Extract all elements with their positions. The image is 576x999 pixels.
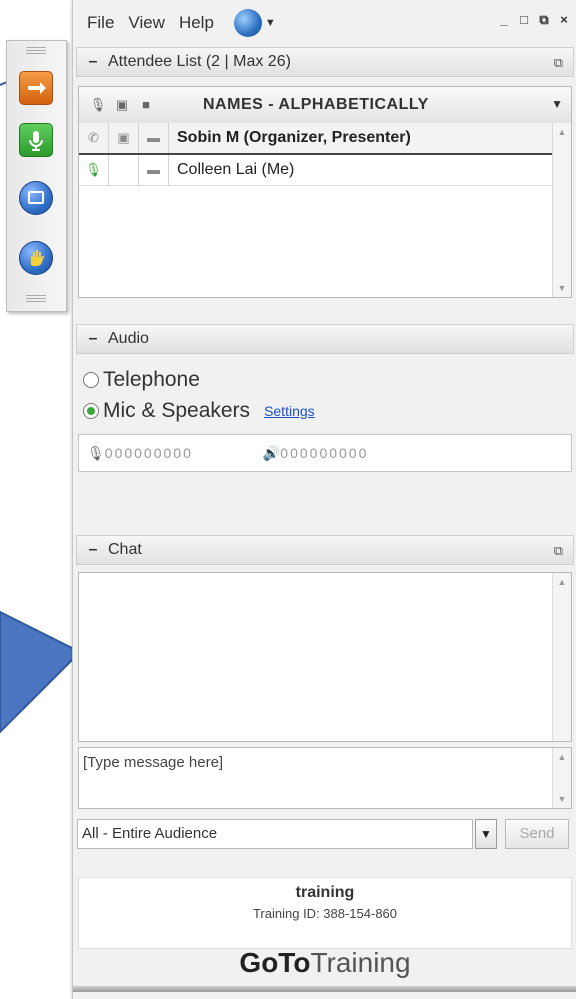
chat-title: Chat	[108, 541, 142, 558]
restore-icon[interactable]: ⧉	[537, 13, 551, 27]
menu-file[interactable]: File	[87, 13, 114, 33]
maximize-icon[interactable]: □	[517, 13, 531, 27]
popout-icon[interactable]: ⧉	[554, 55, 563, 71]
collapse-attendee-button[interactable]: –	[86, 53, 100, 71]
toolbar-grip-bottom[interactable]	[26, 295, 46, 303]
attendee-scrollbar[interactable]: ▲ ▼	[552, 123, 571, 297]
logo-light-text: Training	[310, 947, 411, 978]
webcam-column-icon: ■	[142, 97, 150, 112]
chat-input-placeholder: [Type message here]	[83, 754, 224, 771]
phone-icon: ✆	[79, 123, 109, 153]
attendee-row[interactable]: ✆ ▣ ▬ Sobin M (Organizer, Presenter)	[79, 123, 553, 155]
sort-label[interactable]: NAMES - ALPHABETICALLY	[203, 96, 429, 114]
chat-header: – Chat ⧉	[76, 535, 574, 565]
close-icon[interactable]: ×	[557, 13, 571, 27]
microphone-column-icon: 🎙	[89, 97, 107, 112]
attendee-row[interactable]: 🎙 ▬ Colleen Lai (Me)	[79, 155, 553, 186]
attendee-name: Sobin M (Organizer, Presenter)	[177, 129, 411, 146]
arrow-right-icon[interactable]	[19, 71, 53, 105]
collapse-chat-button[interactable]: –	[86, 541, 100, 559]
microphone-icon[interactable]	[19, 123, 53, 157]
speaker-level-meter: 000000000	[280, 445, 369, 461]
audio-header: – Audio	[76, 324, 574, 354]
attendee-name: Colleen Lai (Me)	[177, 161, 295, 178]
menu-view[interactable]: View	[128, 13, 165, 33]
chat-log[interactable]: ▲	[78, 572, 572, 742]
collapse-audio-button[interactable]: –	[86, 330, 100, 348]
attendee-list: 🎙 ▣ ■ NAMES - ALPHABETICALLY ▼ ✆ ▣ ▬ Sob…	[78, 86, 572, 298]
scroll-up-icon[interactable]: ▲	[553, 127, 571, 137]
window-bottom-edge	[73, 986, 576, 992]
send-button[interactable]: Send	[505, 819, 569, 849]
session-info: training Training ID: 388-154-860	[78, 877, 572, 949]
audio-options: Telephone Mic & Speakers Settings	[83, 366, 573, 424]
chevron-down-icon[interactable]: ▼	[265, 17, 276, 29]
telephone-label: Telephone	[103, 367, 200, 391]
sort-dropdown-icon[interactable]: ▼	[551, 97, 563, 111]
webcam-icon: ▬	[139, 123, 169, 153]
globe-language-icon[interactable]	[233, 9, 262, 37]
chevron-down-icon[interactable]: ▼	[475, 819, 497, 849]
gototraining-logo: GoToTraining	[73, 947, 576, 985]
gototraining-control-panel: File View Help ▼ _ □ ⧉ × – Attendee List…	[72, 0, 576, 999]
menu-bar: File View Help ▼ _ □ ⧉ ×	[73, 0, 576, 46]
training-id: Training ID: 388-154-860	[252, 906, 398, 921]
scroll-down-icon[interactable]: ▼	[553, 283, 571, 293]
presenter-screen-icon: ▣	[109, 123, 139, 153]
scroll-down-icon[interactable]: ▼	[553, 794, 571, 804]
audio-settings-link[interactable]: Settings	[264, 403, 315, 419]
attendee-list-header: – Attendee List (2 | Max 26) ⧉	[76, 47, 574, 77]
popout-icon[interactable]: ⧉	[554, 543, 563, 559]
chat-input-scrollbar[interactable]: ▲ ▼	[552, 748, 571, 808]
chat-log-scrollbar[interactable]: ▲	[552, 573, 571, 741]
speaker-level-icon: 🔊	[262, 444, 281, 461]
chat-recipient-select[interactable]: All - Entire Audience	[77, 819, 473, 849]
audio-option-mic-speakers[interactable]: Mic & Speakers Settings	[83, 397, 573, 424]
microphone-icon: 🎙	[79, 155, 109, 185]
audio-level-meters: 🎙 000000000 🔊 000000000	[78, 434, 572, 472]
telephone-radio[interactable]	[83, 371, 99, 388]
floating-toolbar	[6, 40, 67, 312]
screen-column-icon: ▣	[115, 97, 129, 112]
session-name: training	[295, 884, 355, 901]
window-controls: _ □ ⧉ ×	[497, 13, 571, 27]
empty-cell	[109, 155, 139, 185]
scroll-up-icon[interactable]: ▲	[553, 577, 571, 587]
minimize-icon[interactable]: _	[497, 13, 511, 27]
raise-hand-icon[interactable]	[19, 241, 53, 275]
mic-level-meter: 000000000	[104, 445, 193, 461]
screen-share-icon[interactable]	[19, 181, 53, 215]
audio-option-telephone[interactable]: Telephone	[83, 366, 573, 393]
scroll-up-icon[interactable]: ▲	[553, 752, 571, 762]
mic-speakers-label: Mic & Speakers	[103, 398, 251, 422]
mic-speakers-radio[interactable]	[83, 402, 99, 419]
callout-arrow-left	[0, 610, 82, 734]
menu-help[interactable]: Help	[179, 13, 214, 33]
attendee-list-column-header: 🎙 ▣ ■ NAMES - ALPHABETICALLY ▼	[79, 87, 571, 124]
toolbar-grip-top[interactable]	[26, 47, 46, 55]
chat-message-input[interactable]: [Type message here] ▲ ▼	[78, 747, 572, 809]
webcam-icon: ▬	[139, 155, 169, 185]
attendee-list-title: Attendee List (2 | Max 26)	[108, 53, 291, 70]
logo-bold-text: GoTo	[239, 947, 311, 978]
microphone-level-icon: 🎙	[87, 444, 105, 461]
audio-title: Audio	[108, 330, 149, 347]
